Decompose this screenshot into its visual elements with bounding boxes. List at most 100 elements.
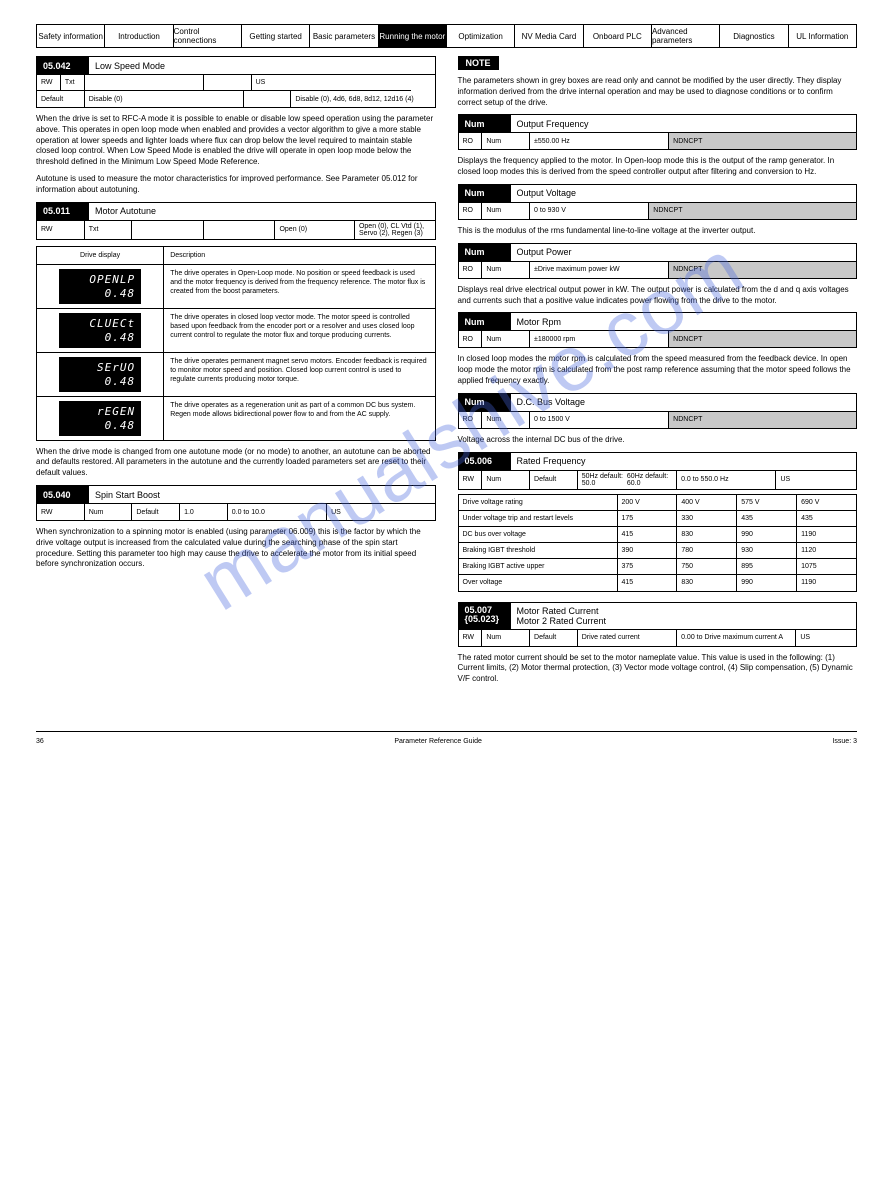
cell: Default xyxy=(132,504,180,520)
cell-readonly: ND NC PT xyxy=(669,262,856,278)
para: Autotune is used to measure the motor ch… xyxy=(36,174,436,196)
cell: ±550.00 Hz xyxy=(530,133,669,149)
menu-item[interactable]: Introduction xyxy=(105,25,173,47)
table-row: DC bus over voltage4158309901190 xyxy=(459,527,857,543)
table-header: Description xyxy=(164,247,434,264)
menu-item[interactable]: Optimization xyxy=(447,25,515,47)
para: In closed loop modes the motor rpm is ca… xyxy=(458,354,858,386)
menu-item[interactable]: Getting started xyxy=(242,25,310,47)
table-row: CLUECt0.48 The drive operates in closed … xyxy=(37,309,435,353)
param-number: 05.042 xyxy=(37,57,89,74)
param-number: Num xyxy=(459,394,511,411)
cell: Default xyxy=(530,471,578,489)
lcd-display: rEGEN0.48 xyxy=(59,401,141,436)
param-title: Output Voltage xyxy=(511,185,857,202)
para: Displays real drive electrical output po… xyxy=(458,285,858,307)
footer: 36 Parameter Reference Guide Issue: 3 xyxy=(36,731,857,745)
right-column: NOTE The parameters shown in grey boxes … xyxy=(458,56,858,691)
param-title: Low Speed Mode xyxy=(89,57,435,74)
cell: Num xyxy=(482,471,530,489)
cell: RO xyxy=(459,203,483,219)
cell: RW xyxy=(459,471,483,489)
cell: US xyxy=(327,504,434,520)
menu-item[interactable]: Safety information xyxy=(37,25,105,47)
menu-item[interactable]: Onboard PLC xyxy=(584,25,652,47)
cell-readonly: ND NC PT xyxy=(669,412,856,428)
menu-item[interactable]: Advanced parameters xyxy=(652,25,720,47)
cell: RW xyxy=(37,221,85,239)
table-header: 690 V xyxy=(797,495,856,510)
cell xyxy=(85,75,204,91)
left-column: 05.042 Low Speed Mode RW Txt US Default … xyxy=(36,56,436,691)
menu-item[interactable]: Control connections xyxy=(174,25,242,47)
menu-item[interactable]: Basic parameters xyxy=(310,25,378,47)
cell: Num xyxy=(482,203,530,219)
cell: RO xyxy=(459,262,483,278)
table-header: 400 V xyxy=(677,495,737,510)
param-number: 05.007{05.023} xyxy=(459,603,511,629)
footer-title: Parameter Reference Guide xyxy=(394,738,482,745)
cell: 0.0 to 10.0 xyxy=(228,504,327,520)
table-header: Drive voltage rating xyxy=(459,495,618,510)
menu-bar: Safety information Introduction Control … xyxy=(36,24,857,48)
cell: RO xyxy=(459,331,483,347)
note-badge: NOTE xyxy=(458,56,499,70)
cell: Txt xyxy=(85,221,133,239)
table-row: Braking IGBT threshold3907809301120 xyxy=(459,543,857,559)
menu-item[interactable]: Diagnostics xyxy=(720,25,788,47)
table-header: Drive display xyxy=(37,247,164,264)
table-header: 575 V xyxy=(737,495,797,510)
menu-item[interactable]: UL Information xyxy=(789,25,856,47)
display-mode-table: Drive display Description OPENLP0.48 The… xyxy=(36,246,436,441)
cell: 0.0 to 550.0 Hz xyxy=(677,471,776,489)
cell: 0 to 930 V xyxy=(530,203,649,219)
param-title: Rated Frequency xyxy=(511,453,857,470)
param-05-042: 05.042 Low Speed Mode RW Txt US Default … xyxy=(36,56,436,108)
param-05-001: Num Output Frequency RO Num ±550.00 Hz N… xyxy=(458,114,858,150)
table-row: rEGEN0.48 The drive operates as a regene… xyxy=(37,397,435,440)
cell: RW xyxy=(37,75,61,91)
cell-readonly: ND NC PT xyxy=(669,331,856,347)
cell: ±180000 rpm xyxy=(530,331,669,347)
param-title: Motor Rpm xyxy=(511,313,857,330)
param-title: Output Power xyxy=(511,244,857,261)
para: When the drive is set to RFC-A mode it i… xyxy=(36,114,436,168)
param-number: Num xyxy=(459,115,511,132)
param-number: Num xyxy=(459,185,511,202)
cell: The drive operates as a regeneration uni… xyxy=(164,397,434,440)
param-title: D.C. Bus Voltage xyxy=(511,394,857,411)
param-number: Num xyxy=(459,313,511,330)
table-row: Braking IGBT active upper3757508951075 xyxy=(459,559,857,575)
page-number: 36 xyxy=(36,738,44,745)
param-05-003: Num Output Power RO Num ±Drive maximum p… xyxy=(458,243,858,279)
cell: Num xyxy=(482,412,530,428)
param-05-007: 05.007{05.023} Motor Rated CurrentMotor … xyxy=(458,602,858,647)
para: The parameters shown in grey boxes are r… xyxy=(458,76,858,108)
cell: Txt xyxy=(61,75,85,91)
cell: ±Drive maximum power kW xyxy=(530,262,669,278)
param-title: Motor Rated CurrentMotor 2 Rated Current xyxy=(511,603,857,629)
para: Voltage across the internal DC bus of th… xyxy=(458,435,858,446)
param-number: 05.011 xyxy=(37,203,89,220)
table-row: SErUO0.48 The drive operates permanent m… xyxy=(37,353,435,397)
cell: The drive operates permanent magnet serv… xyxy=(164,353,434,396)
menu-item-active[interactable]: Running the motor xyxy=(379,25,447,47)
cell: 1.0 xyxy=(180,504,228,520)
cell: Num xyxy=(85,504,133,520)
para: The rated motor current should be set to… xyxy=(458,653,858,685)
param-number: Num xyxy=(459,244,511,261)
menu-item[interactable]: NV Media Card xyxy=(515,25,583,47)
cell: US xyxy=(776,471,856,489)
table-row: Under voltage trip and restart levels175… xyxy=(459,511,857,527)
lcd-display: SErUO0.48 xyxy=(59,357,141,392)
cell: Num xyxy=(482,262,530,278)
param-05-011: 05.011 Motor Autotune RW Txt Open (0) Op… xyxy=(36,202,436,240)
cell: Drive rated current xyxy=(578,630,677,646)
voltage-rating-table: Drive voltage rating 200 V 400 V 575 V 6… xyxy=(458,494,858,592)
cell xyxy=(204,221,276,239)
cell: Disable (0), 4d6, 6d8, 8d12, 12d16 (4) xyxy=(291,91,434,107)
param-title: Spin Start Boost xyxy=(89,486,435,503)
table-row: Over voltage4158309901190 xyxy=(459,575,857,591)
cell: Num xyxy=(482,133,530,149)
param-number: 05.006 xyxy=(459,453,511,470)
